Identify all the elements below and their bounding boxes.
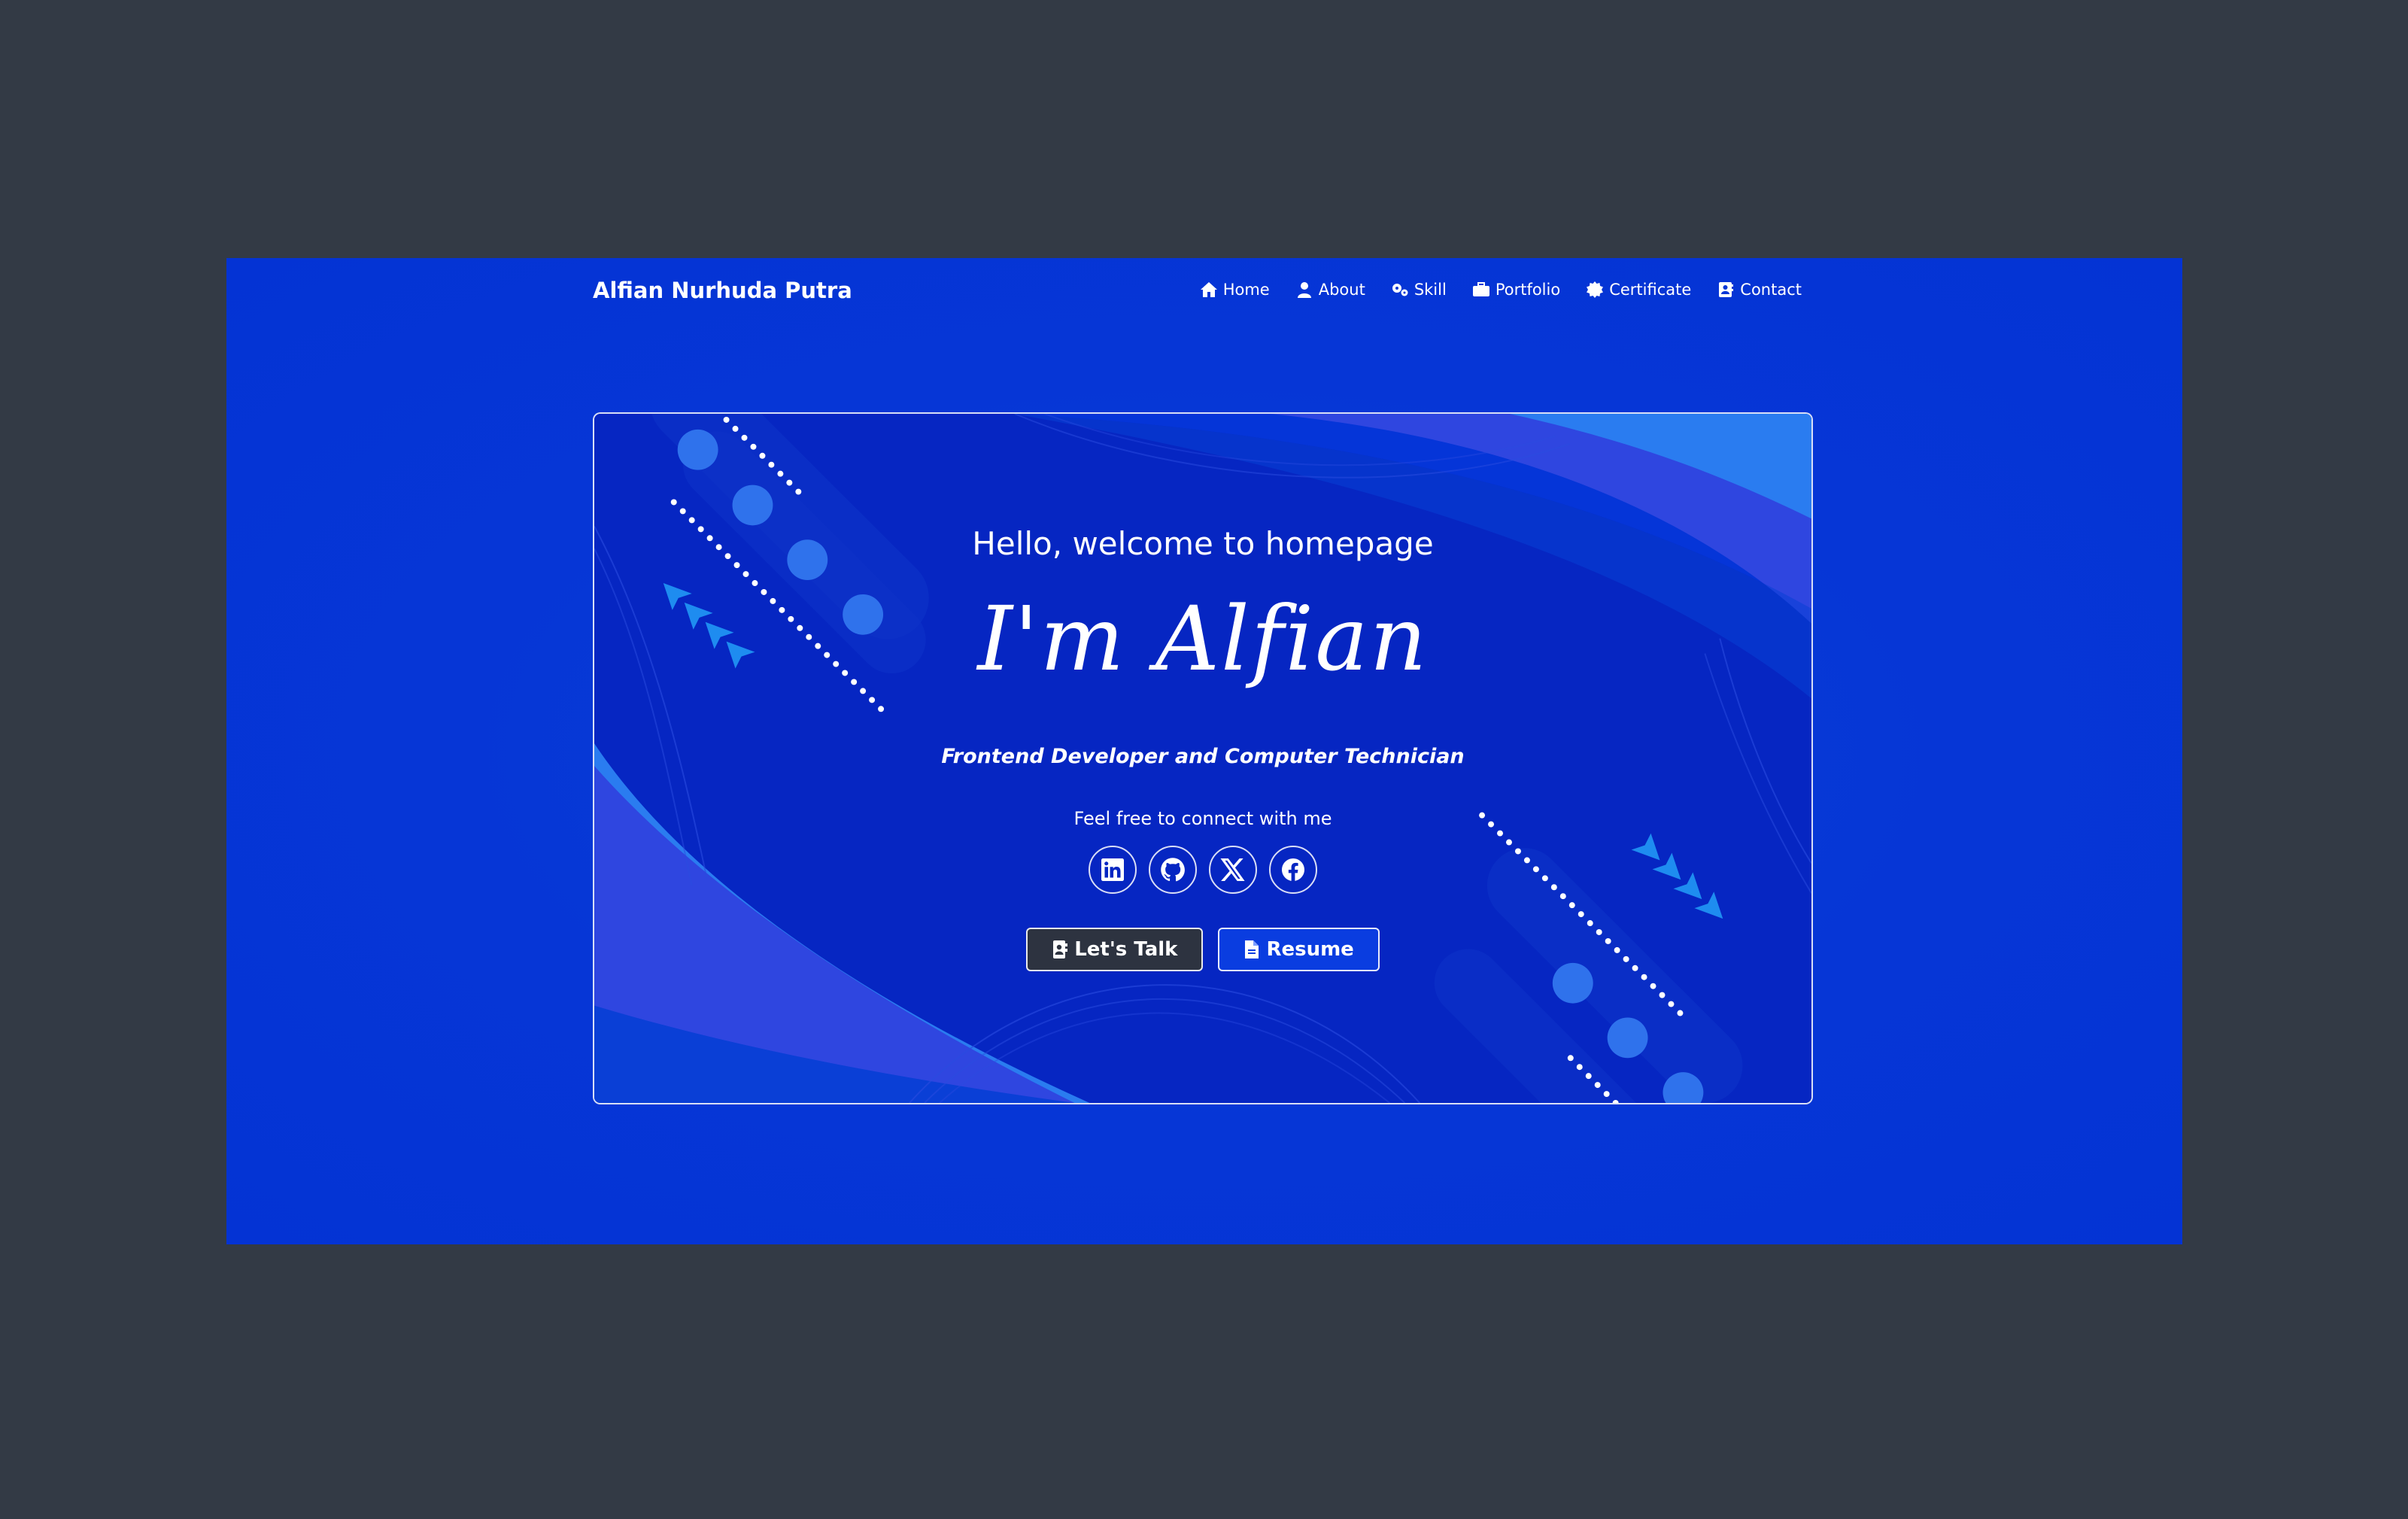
resume-button[interactable]: Resume — [1218, 928, 1380, 971]
connect-text: Feel free to connect with me — [1073, 808, 1332, 829]
site-window: Alfian Nurhuda Putra Home About Skill Po… — [226, 258, 2182, 1244]
nav-item-certificate[interactable]: Certificate — [1586, 281, 1691, 299]
address-book-icon — [1053, 940, 1068, 958]
nav-item-label: Certificate — [1609, 281, 1692, 299]
address-book-icon — [1719, 282, 1734, 297]
hero-subtitle: Frontend Developer and Computer Technici… — [941, 745, 1465, 768]
hero-content: Hello, welcome to homepage I'm Alfian Fr… — [594, 414, 1811, 1103]
nav-item-home[interactable]: Home — [1200, 281, 1270, 299]
nav-item-contact[interactable]: Contact — [1717, 281, 1802, 299]
nav-item-about[interactable]: About — [1295, 281, 1365, 299]
nav-item-label: About — [1318, 281, 1365, 299]
hero-title: I'm Alfian — [977, 587, 1429, 691]
briefcase-icon — [1472, 282, 1489, 296]
hero-buttons: Let's Talk Resume — [594, 928, 1811, 971]
certificate-icon — [1587, 281, 1604, 298]
nav-item-skill[interactable]: Skill — [1391, 281, 1447, 299]
facebook-link[interactable] — [1269, 846, 1317, 894]
github-icon — [1161, 858, 1185, 882]
hero-greeting: Hello, welcome to homepage — [972, 525, 1434, 562]
home-icon — [1200, 282, 1217, 297]
nav-menu: Home About Skill Portfolio Certificate C… — [1200, 281, 1802, 299]
nav-item-portfolio[interactable]: Portfolio — [1472, 281, 1560, 299]
linkedin-link[interactable] — [1089, 846, 1137, 894]
nav-item-label: Contact — [1740, 281, 1802, 299]
navbar: Alfian Nurhuda Putra Home About Skill Po… — [226, 258, 2182, 323]
nav-item-label: Home — [1222, 281, 1270, 299]
facebook-icon — [1282, 858, 1304, 881]
linkedin-icon — [1101, 858, 1124, 881]
brand-name[interactable]: Alfian Nurhuda Putra — [593, 278, 852, 303]
user-icon — [1297, 282, 1311, 298]
social-links — [594, 846, 1811, 894]
resume-label: Resume — [1266, 938, 1354, 961]
nav-item-label: Skill — [1414, 281, 1447, 299]
hero-card: Hello, welcome to homepage I'm Alfian Fr… — [593, 412, 1813, 1104]
github-link[interactable] — [1149, 846, 1197, 894]
file-icon — [1245, 940, 1259, 958]
x-twitter-link[interactable] — [1209, 846, 1257, 894]
lets-talk-label: Let's Talk — [1074, 938, 1178, 961]
lets-talk-button[interactable]: Let's Talk — [1026, 928, 1204, 971]
nav-item-label: Portfolio — [1495, 281, 1561, 299]
x-twitter-icon — [1220, 858, 1245, 881]
gears-icon — [1392, 284, 1408, 296]
